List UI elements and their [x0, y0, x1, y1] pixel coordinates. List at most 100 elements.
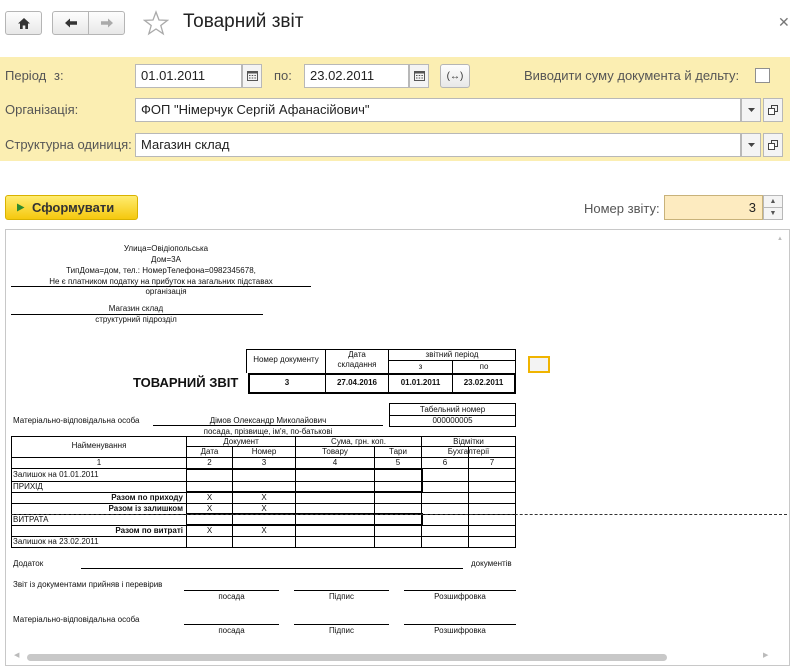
x-mark: X [261, 504, 267, 513]
back-button[interactable] [52, 11, 89, 35]
forward-button[interactable] [88, 11, 125, 35]
date-from-calendar-button[interactable] [242, 64, 262, 88]
calendar-icon [246, 71, 258, 81]
tab-label: Табельний номер [419, 405, 486, 414]
org-open-button[interactable] [763, 98, 783, 122]
page-break-line [11, 514, 787, 515]
period-select-button[interactable]: (↔) [440, 64, 470, 88]
colnum-2: 2 [207, 458, 212, 467]
colnum-4: 4 [332, 458, 338, 467]
show-sum-checkbox[interactable] [755, 68, 770, 83]
home-button[interactable] [5, 11, 42, 35]
documents-label: документів [471, 559, 512, 568]
chevron-down-icon [747, 143, 755, 147]
report-no-label: Номер звіту: [584, 201, 660, 216]
unit-caption: структурний підрозділ [95, 315, 177, 324]
arrow-right-icon [100, 18, 113, 28]
sig-decode: Розшифровка [434, 626, 486, 635]
to-label: по: [274, 68, 292, 83]
from-label: з: [54, 68, 64, 83]
org-caption: організація [145, 287, 187, 296]
colnum-1: 1 [96, 458, 102, 467]
org-input[interactable]: ФОП "Німерчук Сергій Афанасійович" [135, 98, 741, 122]
col-acc: Бухгалтерії [447, 447, 490, 456]
address-street: Улица=Овідіопольська [123, 244, 209, 253]
open-icon [768, 140, 778, 150]
generate-button[interactable]: Сформувати [5, 195, 138, 220]
mvo-label-2: Матеріально-відповідальна особа [13, 615, 140, 624]
row-balance-end: Залишок на 23.02.2011 [13, 537, 99, 546]
address-house: Дом=3А [151, 255, 181, 264]
favorite-star-icon[interactable] [142, 10, 170, 41]
sig-position: посада [218, 592, 245, 601]
date-to-input[interactable]: 23.02.2011 [304, 64, 409, 88]
mvo-caption: посада, прізвище, ім'я, по-батькові [203, 427, 333, 436]
report-unit: Магазин склад [108, 304, 164, 313]
close-icon[interactable]: ✕ [778, 14, 790, 31]
mvo-label: Матеріально-відповідальна особа [13, 416, 140, 425]
show-sum-label: Виводити суму документа й дельту: [524, 68, 740, 83]
row-income: ПРИХІД [13, 482, 43, 491]
col-goods: Товару [322, 447, 348, 456]
x-mark: X [261, 526, 267, 535]
open-icon [768, 105, 778, 115]
hdr-period: звітний період [425, 350, 479, 359]
horizontal-scrollbar[interactable]: ◀ ▶ [12, 651, 772, 663]
date-from-input[interactable]: 01.01.2011 [135, 64, 242, 88]
address-phone: ТипДома=дом, тел.: НомерТелефона=0982345… [66, 266, 256, 275]
unit-dropdown-button[interactable] [741, 133, 761, 157]
chevron-down-icon [747, 108, 755, 112]
selected-cell[interactable] [528, 356, 550, 373]
col-date: Дата [200, 447, 219, 456]
hdr-to: по [479, 362, 489, 371]
doc-date-value: 27.04.2016 [336, 378, 378, 387]
row-total-with-balance: Разом із залишком [108, 504, 183, 513]
unit-open-button[interactable] [763, 133, 783, 157]
x-mark: X [206, 526, 213, 535]
report-no-input[interactable]: 3 [664, 195, 763, 220]
tax-status: Не є платником податку на прибуток на за… [49, 277, 273, 286]
horizontal-scroll-thumb[interactable] [27, 654, 667, 661]
x-mark: X [206, 504, 213, 513]
hdr-doc-no: Номер документу [253, 355, 319, 364]
x-mark: X [206, 493, 213, 502]
appendix-label: Додаток [13, 559, 44, 568]
col-name: Найменування [71, 441, 127, 450]
hdr-date1: Дата [348, 350, 366, 359]
report-document[interactable]: Улица=Овідіопольська Дом=3А ТипДома=дом,… [5, 229, 790, 666]
vertical-scrollbar[interactable]: ▲ [774, 234, 786, 649]
tab-value: 000000005 [432, 416, 473, 425]
row-total-expense: Разом по витраті [115, 526, 183, 535]
col-doc: Документ [223, 437, 259, 446]
col-marks: Відмітки [453, 437, 484, 446]
spin-down-button[interactable]: ▼ [763, 207, 783, 220]
date-to-calendar-button[interactable] [409, 64, 429, 88]
col-number: Номер [251, 447, 277, 456]
period-label: Період [5, 68, 47, 83]
play-icon [17, 203, 25, 212]
sig-position: посада [218, 626, 245, 635]
report-title: ТОВАРНИЙ ЗВІТ [133, 375, 239, 390]
generate-label: Сформувати [32, 200, 115, 215]
accepted-label: Звіт із документами прийняв і перевірив [13, 580, 163, 589]
row-balance-start: Залишок на 01.01.2011 [13, 470, 99, 479]
sig-signature: Підпис [329, 626, 354, 635]
unit-input[interactable]: Магазин склад [135, 133, 741, 157]
col-tare: Тари [389, 447, 407, 456]
sig-decode: Розшифровка [434, 592, 486, 601]
org-label: Організація: [5, 102, 79, 117]
row-expense: ВИТРАТА [13, 515, 49, 524]
period-from-value: 01.01.2011 [400, 378, 441, 387]
calendar-icon [413, 71, 425, 81]
colnum-6: 6 [442, 458, 448, 467]
colnum-7: 7 [489, 458, 495, 467]
page-title: Товарний звіт [183, 11, 304, 32]
unit-label: Структурна одиниця: [5, 137, 132, 152]
home-icon [17, 17, 30, 29]
sig-signature: Підпис [329, 592, 354, 601]
colnum-5: 5 [395, 458, 401, 467]
hdr-date2: складання [337, 360, 377, 369]
mvo-name: Дімов Олександр Миколайович [209, 416, 327, 425]
x-mark: X [261, 493, 267, 502]
org-dropdown-button[interactable] [741, 98, 761, 122]
